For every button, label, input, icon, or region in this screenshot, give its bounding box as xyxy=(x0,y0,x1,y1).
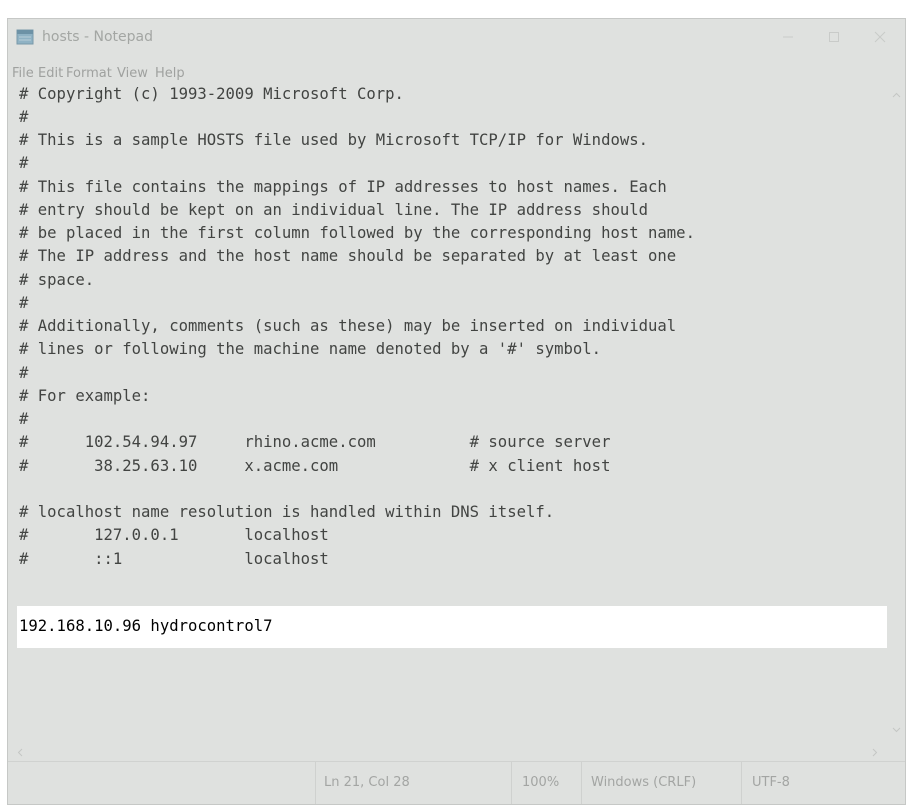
menu-edit[interactable]: Edit xyxy=(38,66,63,82)
notepad-window: hosts - Notepad File Edit Format View He… xyxy=(7,18,906,805)
text-line: # This is a sample HOSTS file used by Mi… xyxy=(19,131,649,149)
text-line: # 102.54.94.97 rhino.acme.com # source s… xyxy=(19,433,611,451)
status-zoom: 100% xyxy=(511,762,581,804)
text-editor[interactable]: # Copyright (c) 1993-2009 Microsoft Corp… xyxy=(8,82,888,744)
title-bar[interactable]: hosts - Notepad xyxy=(8,19,905,55)
menu-bar: File Edit Format View Help xyxy=(8,55,905,85)
menu-view[interactable]: View xyxy=(117,66,148,82)
line-ending-text: Windows (CRLF) xyxy=(591,775,697,790)
maximize-icon xyxy=(829,32,839,42)
text-line: # ::1 localhost xyxy=(19,550,329,568)
close-icon xyxy=(874,31,886,43)
vertical-scrollbar[interactable] xyxy=(888,82,905,744)
close-button[interactable] xyxy=(857,19,903,55)
text-line: # space. xyxy=(19,271,95,289)
text-line: # entry should be kept on an individual … xyxy=(19,201,649,219)
text-line: # xyxy=(19,364,29,382)
highlighted-hosts-entry[interactable]: 192.168.10.96 hydrocontrol7 xyxy=(19,615,272,638)
horizontal-scrollbar[interactable] xyxy=(8,744,888,761)
text-line: # The IP address and the host name shoul… xyxy=(19,247,677,265)
text-line: # xyxy=(19,294,29,312)
scrollbar-corner xyxy=(888,744,905,761)
zoom-level-text: 100% xyxy=(522,775,560,790)
cursor-position-text: Ln 21, Col 28 xyxy=(324,775,410,790)
maximize-button[interactable] xyxy=(811,19,857,55)
text-line: # Copyright (c) 1993-2009 Microsoft Corp… xyxy=(19,85,404,103)
text-line: # be placed in the first column followed… xyxy=(19,224,695,242)
status-bar: Ln 21, Col 28 100% Windows (CRLF) UTF-8 xyxy=(8,761,905,804)
status-line-ending: Windows (CRLF) xyxy=(581,762,741,804)
notepad-icon xyxy=(16,29,34,45)
encoding-text: UTF-8 xyxy=(752,775,790,790)
text-line: # Additionally, comments (such as these)… xyxy=(19,317,677,335)
scroll-up-arrow-icon[interactable] xyxy=(892,92,901,98)
text-line: # For example: xyxy=(19,387,151,405)
text-line: # This file contains the mappings of IP … xyxy=(19,178,667,196)
menu-format[interactable]: Format xyxy=(66,66,112,82)
window-title: hosts - Notepad xyxy=(42,29,153,45)
minimize-button[interactable] xyxy=(765,19,811,55)
text-line: # localhost name resolution is handled w… xyxy=(19,503,555,521)
status-encoding: UTF-8 xyxy=(741,762,905,804)
scroll-down-arrow-icon[interactable] xyxy=(892,727,901,733)
text-line: # 127.0.0.1 localhost xyxy=(19,526,329,544)
text-line: # xyxy=(19,108,29,126)
scroll-left-arrow-icon[interactable] xyxy=(17,748,23,757)
screen: hosts - Notepad File Edit Format View He… xyxy=(0,0,907,805)
text-line: # lines or following the machine name de… xyxy=(19,340,602,358)
menu-file[interactable]: File xyxy=(12,66,34,82)
text-line: # 38.25.63.10 x.acme.com # x client host xyxy=(19,457,611,475)
text-line: # xyxy=(19,410,29,428)
status-cursor-position: Ln 21, Col 28 xyxy=(315,762,511,804)
text-line: # xyxy=(19,154,29,172)
scroll-right-arrow-icon[interactable] xyxy=(872,748,878,757)
menu-help[interactable]: Help xyxy=(155,66,185,82)
minimize-icon xyxy=(783,36,793,38)
